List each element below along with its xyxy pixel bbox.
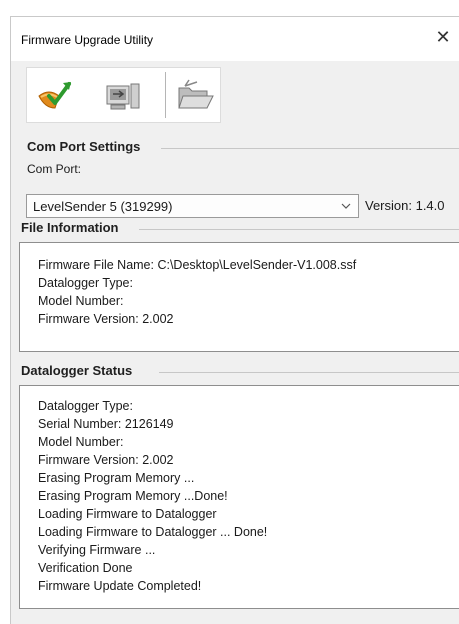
divider: [139, 229, 459, 230]
toolbar-separator: [165, 72, 166, 118]
status-line: Verifying Firmware ...: [38, 543, 156, 557]
file-info-line: Firmware File Name: C:\Desktop\LevelSend…: [38, 258, 357, 272]
status-line: Datalogger Type:: [38, 399, 133, 413]
com-port-section-title: Com Port Settings: [27, 139, 141, 154]
title-bar: Firmware Upgrade Utility ✕: [11, 17, 459, 61]
status-line: Firmware Version: 2.002: [38, 453, 174, 467]
divider: [159, 372, 459, 373]
toolbar: [26, 67, 221, 123]
status-line: Firmware Update Completed!: [38, 579, 202, 593]
folder-open-icon: [178, 79, 214, 109]
file-info-textbox[interactable]: Firmware File Name: C:\Desktop\LevelSend…: [19, 242, 459, 352]
status-line: Loading Firmware to Datalogger: [38, 507, 217, 521]
status-line: Erasing Program Memory ...: [38, 471, 195, 485]
window-title: Firmware Upgrade Utility: [21, 33, 154, 47]
upgrade-button[interactable]: [33, 74, 77, 118]
com-port-selected-value: LevelSender 5 (319299): [33, 199, 173, 214]
divider: [161, 148, 459, 149]
file-info-section-title: File Information: [21, 220, 119, 235]
open-folder-button[interactable]: [173, 74, 217, 118]
status-line: Model Number:: [38, 435, 124, 449]
file-info-line: Firmware Version: 2.002: [38, 312, 174, 326]
com-port-dropdown[interactable]: LevelSender 5 (319299): [26, 194, 359, 218]
status-line: Loading Firmware to Datalogger ... Done!: [38, 525, 268, 539]
firmware-upgrade-window: Firmware Upgrade Utility ✕ Com Port Sett…: [10, 16, 459, 624]
file-info-line: Datalogger Type:: [38, 276, 133, 290]
status-line: Erasing Program Memory ...Done!: [38, 489, 228, 503]
version-label: Version: 1.4.0: [365, 198, 445, 213]
upgrade-icon: [38, 82, 71, 109]
computer-transfer-icon: [106, 83, 140, 110]
status-section-title: Datalogger Status: [21, 363, 133, 378]
file-info-line: Model Number:: [38, 294, 124, 308]
status-line: Serial Number: 2126149: [38, 417, 174, 431]
close-button[interactable]: ✕: [428, 23, 458, 53]
status-textbox[interactable]: Datalogger Type: Serial Number: 2126149 …: [19, 385, 459, 609]
computer-transfer-button[interactable]: [101, 74, 145, 118]
chevron-down-icon: [341, 203, 351, 209]
status-line: Verification Done: [38, 561, 133, 575]
com-port-label: Com Port:: [27, 162, 82, 176]
